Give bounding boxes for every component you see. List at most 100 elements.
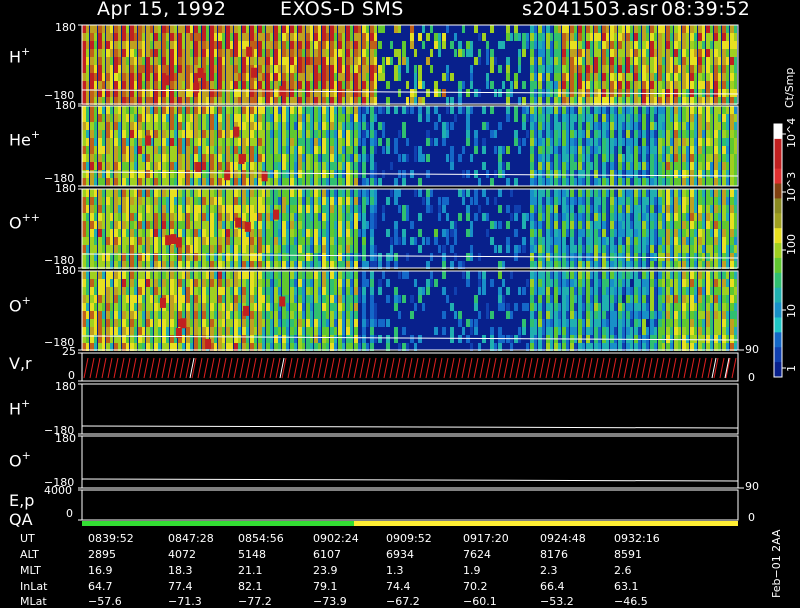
spectrogram-cell bbox=[462, 25, 465, 33]
spectrogram-cell bbox=[86, 213, 89, 221]
spectrogram-cell bbox=[282, 213, 286, 221]
spectrogram-cell bbox=[690, 237, 694, 245]
spectrogram-cell bbox=[714, 73, 718, 81]
spectrogram-cell bbox=[254, 170, 257, 178]
spectrogram-cell bbox=[710, 178, 713, 186]
spectrogram-cell bbox=[270, 89, 273, 97]
spectrogram-cell bbox=[294, 319, 297, 327]
spectrogram-cell bbox=[354, 81, 358, 89]
spectrogram-cell bbox=[690, 138, 694, 146]
hotspot bbox=[197, 67, 204, 78]
spectrogram-cell bbox=[274, 303, 278, 311]
spectrogram-cell bbox=[470, 197, 473, 205]
spectrogram-cell bbox=[270, 106, 273, 114]
spectrogram-cell bbox=[182, 41, 185, 49]
spectrogram-cell bbox=[582, 106, 585, 114]
spectrogram-cell bbox=[82, 319, 86, 327]
spectrogram-cell bbox=[126, 81, 129, 89]
spectrogram-cell bbox=[206, 81, 209, 89]
spectrogram-cell bbox=[178, 205, 182, 213]
spectrogram-cell bbox=[694, 57, 697, 65]
spectrogram-cell bbox=[574, 122, 577, 130]
spectrogram-cell bbox=[246, 25, 249, 33]
spectrogram-cell bbox=[142, 81, 145, 89]
spectrogram-cell bbox=[726, 253, 729, 261]
spectrogram-cell bbox=[398, 49, 401, 57]
spectrogram-cell bbox=[370, 162, 374, 170]
spectrogram-cell bbox=[630, 146, 633, 154]
spectrogram-cell bbox=[82, 245, 86, 253]
spectrogram-cell bbox=[158, 205, 161, 213]
spectrogram-cell bbox=[450, 154, 454, 162]
spectrogram-cell bbox=[294, 303, 297, 311]
spectrogram-cell bbox=[198, 106, 201, 114]
spectrogram-cell bbox=[646, 245, 649, 253]
spectrogram-cell bbox=[346, 154, 350, 162]
spectrogram-cell bbox=[246, 154, 249, 162]
spectrogram-cell bbox=[710, 81, 713, 89]
spectrogram-cell bbox=[330, 41, 334, 49]
spectrogram-cell bbox=[94, 205, 97, 213]
spectrogram-cell bbox=[182, 146, 185, 154]
spectrogram-cell bbox=[358, 197, 361, 205]
spectrogram-cell bbox=[350, 154, 353, 162]
spectrogram-cell bbox=[338, 154, 342, 162]
spectrogram-cell bbox=[122, 229, 126, 237]
spectrogram-cell bbox=[406, 154, 409, 162]
spectrogram-cell bbox=[350, 303, 353, 311]
spectrogram-cell bbox=[286, 205, 289, 213]
spectrogram-cell bbox=[658, 178, 662, 186]
spectrogram-cell bbox=[306, 170, 310, 178]
spectrogram-cell bbox=[102, 73, 105, 81]
spectrogram-cell bbox=[602, 237, 606, 245]
spectrogram-cell bbox=[410, 41, 414, 49]
spectrogram-cell bbox=[230, 178, 233, 186]
spectrogram-cell bbox=[254, 49, 257, 57]
spectrogram-cell bbox=[194, 65, 198, 73]
spectrogram-cell bbox=[338, 303, 342, 311]
spectrogram-cell bbox=[590, 154, 593, 162]
spectrogram-cell bbox=[154, 122, 158, 130]
spectrogram-cell bbox=[350, 189, 353, 197]
spectrogram-cell bbox=[98, 138, 102, 146]
spectrogram-cell bbox=[586, 245, 590, 253]
spectrogram-cell bbox=[706, 162, 710, 170]
spectrogram-cell bbox=[206, 154, 209, 162]
spectrogram-cell bbox=[694, 245, 697, 253]
spectrogram-cell bbox=[278, 178, 281, 186]
spectrogram-cell bbox=[322, 154, 326, 162]
spectrogram-cell bbox=[326, 229, 329, 237]
spectrogram-cell bbox=[222, 295, 225, 303]
spectrogram-cell bbox=[714, 122, 718, 130]
spectrogram-cell bbox=[346, 33, 350, 41]
spectrogram-cell bbox=[346, 89, 350, 97]
spectrogram-cell bbox=[186, 303, 190, 311]
spectrogram-cell bbox=[102, 221, 105, 229]
spectrogram-cell bbox=[714, 41, 718, 49]
spectrogram-cell bbox=[330, 303, 334, 311]
spectrogram-cell bbox=[270, 335, 273, 343]
spectrogram-cell bbox=[602, 162, 606, 170]
spectrogram-cell bbox=[158, 33, 161, 41]
spectrogram-cell bbox=[338, 73, 342, 81]
spectrogram-cell bbox=[186, 25, 190, 33]
spectrogram-cell bbox=[302, 287, 305, 295]
spectrogram-cell bbox=[166, 245, 169, 253]
spectrogram-cell bbox=[590, 49, 593, 57]
spectrogram-cell bbox=[102, 33, 105, 41]
spectrogram-cell bbox=[666, 189, 670, 197]
spectrogram-cell bbox=[174, 122, 177, 130]
spectrogram-cell bbox=[662, 114, 665, 122]
spectrogram-cell bbox=[106, 73, 110, 81]
spectrogram-cell bbox=[98, 295, 102, 303]
spectrogram-cell bbox=[198, 33, 201, 41]
spectrogram-cell bbox=[166, 49, 169, 57]
spectrogram-cell bbox=[458, 41, 462, 49]
spectrogram-cell bbox=[682, 178, 686, 186]
spectrogram-cell bbox=[370, 253, 374, 261]
spectrogram-cell bbox=[458, 49, 462, 57]
spectrogram-cell bbox=[610, 237, 614, 245]
spectrogram-cell bbox=[354, 65, 358, 73]
spectrogram-cell bbox=[210, 162, 214, 170]
spectrogram-cell bbox=[502, 303, 505, 311]
